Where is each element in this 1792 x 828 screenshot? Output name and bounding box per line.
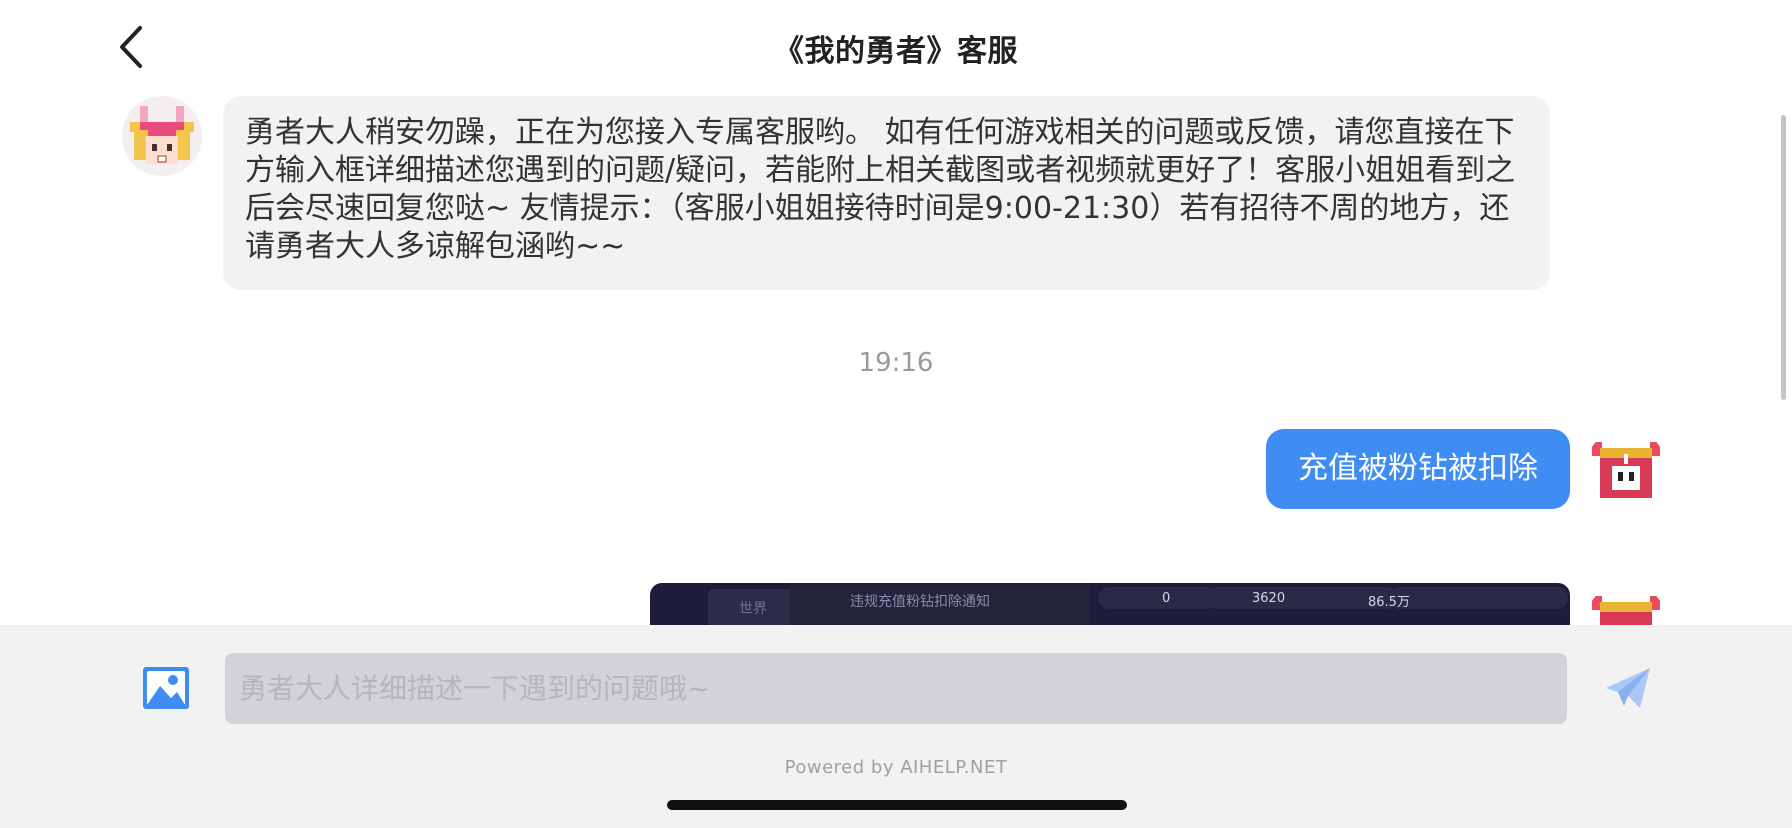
powered-by: Powered by AIHELP.NET — [784, 757, 1008, 778]
agent-message-text: 勇者大人稍安勿躁，正在为您接入专属客服哟。 如有任何游戏相关的问题或反馈，请您直… — [245, 115, 1516, 264]
image-message[interactable]: 世界 违规充值粉钻扣除通知 0 3620 86.5万 — [650, 583, 1570, 628]
user-message-bubble: 充值被粉钻被扣除 — [1266, 429, 1570, 509]
preview-tab: 世界 — [708, 589, 798, 628]
scrollbar[interactable] — [1781, 115, 1786, 400]
send-button[interactable] — [1604, 666, 1652, 710]
message-timestamp: 19:16 — [858, 348, 934, 378]
preview-gold: 86.5万 — [1368, 595, 1410, 610]
preview-pink-diamonds: 0 — [1162, 591, 1171, 606]
page-title: 《我的勇者》客服 — [774, 34, 1018, 69]
message-input[interactable] — [225, 653, 1567, 724]
preview-resource-bar — [1388, 587, 1568, 609]
agent-message-bubble: 勇者大人稍安勿躁，正在为您接入专属客服哟。 如有任何游戏相关的问题或反馈，请您直… — [223, 96, 1550, 290]
preview-notice: 违规充值粉钻扣除通知 — [850, 594, 990, 610]
image-icon — [143, 667, 189, 709]
user-avatar-icon — [1592, 442, 1660, 498]
agent-avatar-icon — [122, 96, 202, 176]
preview-resource-bar — [1098, 587, 1218, 609]
send-icon — [1606, 668, 1650, 708]
home-indicator — [667, 800, 1127, 810]
attach-image-button[interactable] — [143, 667, 189, 709]
preview-blue-diamonds: 3620 — [1252, 591, 1286, 606]
agent-avatar — [122, 96, 202, 176]
user-avatar — [1586, 428, 1666, 508]
user-message-text: 充值被粉钻被扣除 — [1298, 451, 1538, 486]
